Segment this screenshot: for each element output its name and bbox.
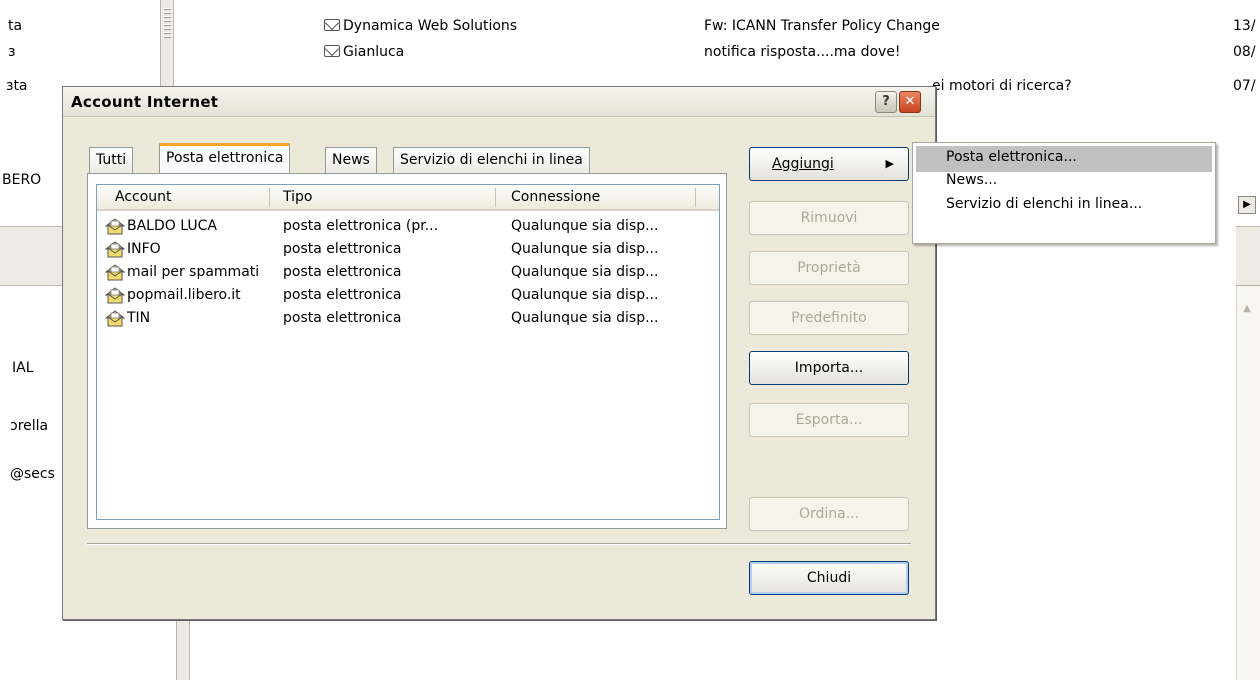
account-name: TIN: [127, 310, 151, 326]
bg-contact-fragment[interactable]: IAL: [12, 360, 34, 376]
message-subject[interactable]: notifica risposta....ma dove!: [704, 44, 901, 60]
account-connection: Qualunque sia disp...: [511, 287, 659, 303]
add-button[interactable]: Aggiungi ▶: [749, 147, 909, 181]
accounts-list[interactable]: Account Tipo Connessione BALDO LUCA posta…: [96, 184, 720, 520]
tab-news[interactable]: News: [325, 147, 377, 173]
account-type: posta elettronica (pr...: [283, 218, 439, 234]
list-header: Account Tipo Connessione: [97, 185, 719, 211]
properties-button[interactable]: Proprietà: [749, 251, 909, 285]
mail-account-icon: [104, 287, 126, 304]
tab-posta-elettronica[interactable]: Posta elettronica: [159, 143, 291, 173]
mail-account-icon: [104, 218, 126, 235]
account-type: posta elettronica: [283, 241, 402, 257]
import-button[interactable]: Importa...: [749, 351, 909, 385]
table-row[interactable]: mail per spammati posta elettronica Qualun…: [97, 263, 697, 283]
set-default-button[interactable]: Predefinito: [749, 301, 909, 335]
bg-contact-fragment[interactable]: @secs: [10, 466, 55, 482]
dialog-title: Account Internet: [71, 93, 219, 111]
account-connection: Qualunque sia disp...: [511, 241, 659, 257]
column-header-account[interactable]: Account: [115, 189, 172, 205]
account-connection: Qualunque sia disp...: [511, 310, 659, 326]
message-subject[interactable]: ei motori di ricerca?: [932, 78, 1072, 94]
pane-splitter-lower[interactable]: [176, 620, 190, 680]
preview-header-band: [1236, 226, 1260, 286]
mail-account-icon: [104, 241, 126, 258]
help-button[interactable]: ?: [875, 91, 897, 113]
table-row[interactable]: TIN posta elettronica Qualunque sia disp..…: [97, 309, 697, 329]
splitter-grip: [164, 8, 171, 38]
message-from[interactable]: Dynamica Web Solutions: [324, 18, 517, 34]
tab-tutti[interactable]: Tutti: [89, 147, 134, 173]
mail-account-icon: [104, 264, 126, 281]
message-date[interactable]: 08/: [1233, 44, 1256, 60]
bg-folder-fragment[interactable]: ta: [8, 18, 22, 34]
account-connection: Qualunque sia disp...: [511, 218, 659, 234]
account-name: INFO: [127, 241, 161, 257]
menu-item-news[interactable]: News...: [916, 169, 1212, 195]
scroll-up-icon[interactable]: ▲: [1238, 300, 1256, 318]
account-name: BALDO LUCA: [127, 218, 217, 234]
message-date[interactable]: 07/: [1233, 78, 1256, 94]
envelope-icon: [324, 19, 340, 31]
message-subject[interactable]: Fw: ICANN Transfer Policy Change: [704, 18, 940, 34]
close-icon[interactable]: ✕: [899, 91, 921, 113]
bg-folder-fragment[interactable]: BERO: [2, 172, 41, 188]
column-header-tipo[interactable]: Tipo: [283, 189, 312, 205]
add-submenu: Posta elettronica... News... Servizio di…: [912, 142, 1216, 244]
export-button[interactable]: Esporta...: [749, 403, 909, 437]
mail-account-icon: [104, 310, 126, 327]
column-divider[interactable]: [695, 188, 696, 207]
order-button[interactable]: Ordina...: [749, 497, 909, 531]
tab-servizio-elenchi[interactable]: Servizio di elenchi in linea: [393, 147, 590, 173]
account-type: posta elettronica: [283, 310, 402, 326]
dialog-titlebar[interactable]: Account Internet ? ✕: [63, 87, 935, 117]
table-row[interactable]: BALDO LUCA posta elettronica (pr... Qualun…: [97, 217, 697, 237]
account-name: popmail.libero.it: [127, 287, 241, 303]
envelope-icon: [324, 45, 340, 57]
account-connection: Qualunque sia disp...: [511, 264, 659, 280]
column-header-connessione[interactable]: Connessione: [511, 189, 600, 205]
account-type: posta elettronica: [283, 287, 402, 303]
contacts-header-band: [0, 226, 62, 286]
scroll-right-icon[interactable]: ▶: [1238, 196, 1256, 214]
tab-panel: Account Tipo Connessione BALDO LUCA posta…: [87, 173, 727, 529]
remove-button[interactable]: Rimuovi: [749, 201, 909, 235]
message-from[interactable]: Gianluca: [324, 44, 404, 60]
menu-item-servizio-elenchi[interactable]: Servizio di elenchi in linea...: [916, 193, 1212, 219]
column-divider[interactable]: [495, 188, 496, 207]
bg-contact-fragment[interactable]: ɔrella: [10, 418, 48, 434]
account-type: posta elettronica: [283, 264, 402, 280]
submenu-arrow-icon: ▶: [885, 157, 894, 170]
message-date[interactable]: 13/: [1233, 18, 1256, 34]
bg-folder-fragment[interactable]: ɜta: [6, 78, 28, 94]
preview-scrollbar[interactable]: [1236, 286, 1260, 680]
table-row[interactable]: INFO posta elettronica Qualunque sia disp.…: [97, 240, 697, 260]
column-divider[interactable]: [269, 188, 270, 207]
pane-splitter[interactable]: [160, 0, 174, 90]
add-button-label: Aggiungi: [772, 156, 834, 172]
dialog-separator: [87, 543, 911, 545]
close-button[interactable]: Chiudi: [749, 561, 909, 595]
bg-folder-fragment[interactable]: ɜ: [8, 44, 15, 60]
table-row[interactable]: popmail.libero.it posta elettronica Qualun…: [97, 286, 697, 306]
account-internet-dialog: Account Internet ? ✕ Tutti News Servizio…: [62, 86, 936, 620]
account-name: mail per spammati: [127, 264, 260, 280]
